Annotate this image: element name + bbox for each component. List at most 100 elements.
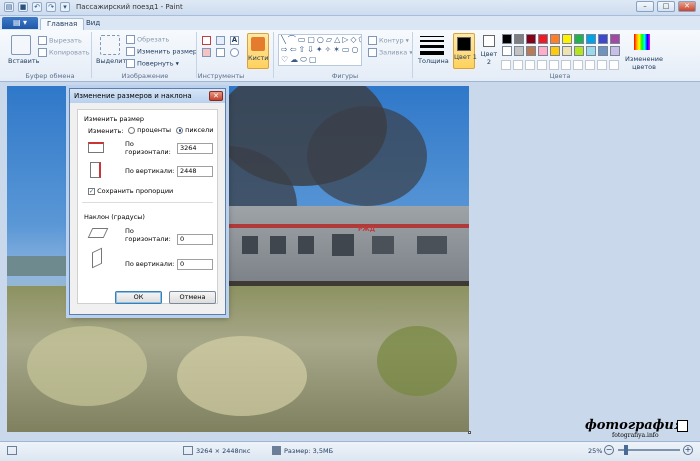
eraser-icon[interactable] (202, 48, 211, 57)
size-icon[interactable] (420, 36, 444, 55)
palette-swatch[interactable] (562, 34, 572, 44)
brushes-button[interactable]: Кисти (247, 33, 269, 69)
horizontal-skew-icon (87, 228, 109, 238)
cut-button[interactable]: Вырезать (38, 36, 82, 45)
copy-button[interactable]: Копировать (38, 48, 90, 57)
pixels-radio[interactable]: пиксели (176, 126, 213, 134)
palette-swatch[interactable] (514, 46, 524, 56)
paste-button[interactable]: Вставить (8, 57, 39, 65)
dialog-close-button[interactable]: ✕ (209, 91, 223, 101)
percent-radio[interactable]: проценты (128, 126, 171, 134)
image-group-label: Изображение (121, 72, 169, 80)
size-button[interactable]: Толщина (418, 57, 449, 65)
redo-icon[interactable]: ↷ (46, 2, 56, 12)
undo-icon[interactable]: ↶ (32, 2, 42, 12)
tab-home[interactable]: Главная (40, 18, 85, 30)
resize-icon (126, 47, 135, 56)
maximize-button[interactable]: □ (657, 1, 675, 12)
palette-swatch[interactable] (598, 46, 608, 56)
height-input[interactable]: 2448 (177, 166, 213, 177)
palette-swatch[interactable] (586, 34, 596, 44)
palette-swatch[interactable] (562, 46, 572, 56)
palette-swatch[interactable] (586, 46, 596, 56)
color1-button[interactable]: Цвет 1 (453, 33, 477, 69)
select-icon[interactable] (100, 35, 120, 55)
watermark-site: fotografiya.info (612, 432, 659, 439)
fill-button[interactable]: Заливка ▾ (368, 48, 413, 57)
color-picker-icon[interactable] (216, 48, 225, 57)
skew-horizontal-input[interactable]: 0 (177, 234, 213, 245)
empty-swatch[interactable] (573, 60, 583, 70)
palette-swatch[interactable] (610, 46, 620, 56)
train-window (242, 236, 258, 254)
palette-swatch[interactable] (574, 34, 584, 44)
palette-swatch[interactable] (502, 46, 512, 56)
empty-swatch[interactable] (501, 60, 511, 70)
train-logo: РЖД (358, 226, 376, 233)
skew-vertical-input[interactable]: 0 (177, 259, 213, 270)
palette-swatch[interactable] (550, 46, 560, 56)
minimize-button[interactable]: – (636, 1, 654, 12)
resize-button[interactable]: Изменить размер (126, 47, 197, 56)
palette-swatch[interactable] (538, 46, 548, 56)
select-button[interactable]: Выделить (96, 57, 130, 65)
empty-swatch[interactable] (597, 60, 607, 70)
text-icon[interactable]: A (230, 36, 239, 45)
empty-swatch[interactable] (513, 60, 523, 70)
customize-qat-icon[interactable]: ▾ (60, 2, 70, 12)
palette-swatch[interactable] (514, 34, 524, 44)
distant-building (7, 256, 77, 276)
ok-button[interactable]: ОК (115, 291, 162, 304)
palette-swatch[interactable] (610, 34, 620, 44)
empty-swatch[interactable] (549, 60, 559, 70)
file-size-icon (272, 446, 281, 455)
resize-by-label: Изменить: (88, 127, 124, 135)
tab-view[interactable]: Вид (80, 18, 106, 30)
palette-swatch[interactable] (526, 34, 536, 44)
edit-colors-button[interactable]: Изменение цветов (622, 55, 666, 71)
file-menu-button[interactable]: ▤ ▾ (2, 17, 38, 29)
palette-swatch[interactable] (538, 34, 548, 44)
width-input[interactable]: 3264 (177, 143, 213, 154)
vertical-label: По вертикали: (125, 167, 175, 175)
color-palette (502, 34, 620, 56)
train-window (298, 236, 314, 254)
empty-swatch[interactable] (609, 60, 619, 70)
zoom-out-button[interactable]: − (604, 445, 614, 455)
shapes-gallery[interactable]: ╲⌒▭▢○▱△▷◇⬠⬡⇨⇦⇧⇩✦✧✶▭○◎⚡♡☁⬭▢ (278, 34, 362, 66)
magnifier-icon[interactable] (230, 48, 239, 57)
close-button[interactable]: ✕ (678, 1, 696, 12)
palette-swatch[interactable] (502, 34, 512, 44)
zoom-in-button[interactable]: + (683, 445, 693, 455)
skew-horizontal-label: По горизонтали: (125, 227, 171, 243)
color2-button[interactable]: Цвет 2 (480, 35, 498, 66)
crop-button[interactable]: Обрезать (126, 35, 169, 44)
checkmark-icon: ✓ (88, 187, 95, 195)
clipboard-group-label: Буфер обмена (25, 72, 75, 80)
pencil-icon[interactable] (202, 36, 211, 45)
palette-swatch[interactable] (598, 34, 608, 44)
app-menu-icon[interactable]: ▤ (4, 2, 14, 12)
rotate-button[interactable]: Повернуть ▾ (126, 59, 179, 68)
resize-handle[interactable] (468, 431, 471, 434)
empty-swatch[interactable] (585, 60, 595, 70)
scissors-icon (38, 36, 47, 45)
empty-swatch[interactable] (537, 60, 547, 70)
keep-ratio-checkbox[interactable]: ✓ Сохранить пропорции (88, 187, 173, 195)
save-icon[interactable]: ■ (18, 2, 28, 12)
separator (412, 32, 413, 78)
zoom-slider-thumb[interactable] (624, 445, 628, 455)
paste-icon[interactable] (11, 35, 31, 55)
empty-swatch[interactable] (561, 60, 571, 70)
palette-swatch[interactable] (526, 46, 536, 56)
palette-swatch[interactable] (550, 34, 560, 44)
vertical-resize-icon (90, 162, 101, 178)
palette-swatch[interactable] (574, 46, 584, 56)
smoke (307, 106, 427, 206)
empty-swatch[interactable] (525, 60, 535, 70)
outline-button[interactable]: Контур ▾ (368, 36, 409, 45)
edit-colors-icon[interactable] (634, 34, 650, 50)
fill-icon[interactable] (216, 36, 225, 45)
cancel-button[interactable]: Отмена (169, 291, 216, 304)
color1-swatch (457, 37, 471, 51)
